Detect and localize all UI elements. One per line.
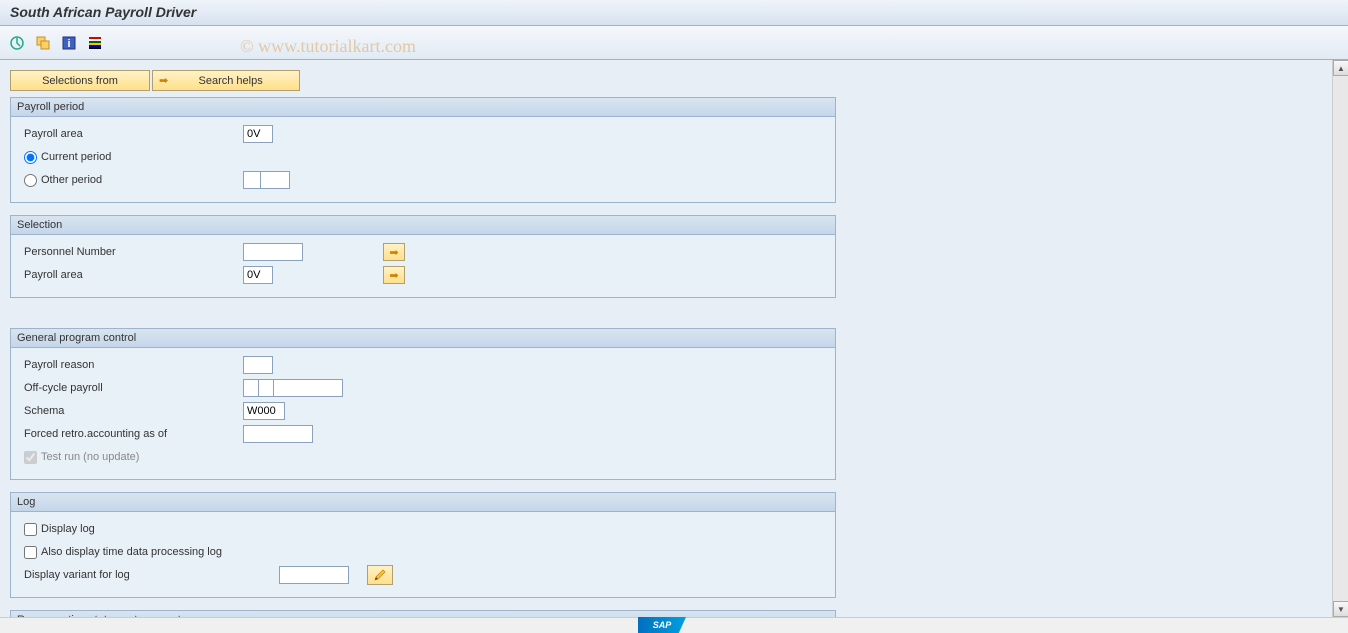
svg-text:i: i (67, 38, 70, 50)
display-log-label: Display log (41, 523, 95, 535)
forced-retro-input[interactable] (243, 425, 313, 443)
other-period-label: Other period (41, 174, 102, 186)
payroll-reason-label: Payroll reason (21, 359, 243, 371)
schema-input[interactable] (243, 402, 285, 420)
sap-logo: SAP (638, 617, 686, 633)
other-period-radio[interactable] (24, 174, 37, 187)
arrow-right-icon: ➡ (389, 269, 398, 282)
personnel-number-label: Personnel Number (21, 246, 243, 258)
time-data-label: Also display time data processing log (41, 546, 222, 558)
offcycle-label: Off-cycle payroll (21, 382, 243, 394)
execute-icon[interactable] (8, 34, 26, 52)
pencil-icon (373, 568, 387, 582)
schema-label: Schema (21, 405, 243, 417)
group-log: Log Display log Also display time data p… (10, 492, 836, 598)
personnel-number-input[interactable] (243, 243, 303, 261)
vertical-scrollbar[interactable]: ▲ ▼ (1332, 60, 1348, 617)
personnel-number-multi-button[interactable]: ➡ (383, 243, 405, 261)
selections-from-button[interactable]: Selections from (10, 70, 150, 91)
button-label: Selections from (42, 75, 118, 87)
edit-variant-button[interactable] (367, 565, 393, 585)
page-title: South African Payroll Driver (10, 4, 196, 20)
offcycle-input-3[interactable] (273, 379, 343, 397)
variant-icon[interactable] (34, 34, 52, 52)
app-toolbar: i (0, 26, 1348, 60)
display-variant-label: Display variant for log (21, 569, 279, 581)
payroll-area-label: Payroll area (21, 128, 243, 140)
arrow-right-icon: ➡ (389, 246, 398, 259)
current-period-label: Current period (41, 151, 111, 163)
other-period-input-1[interactable] (243, 171, 261, 189)
display-log-checkbox[interactable] (24, 523, 37, 536)
content-area: Selections from ➡ Search helps Payroll p… (0, 60, 1320, 633)
group-title: Payroll period (11, 98, 835, 117)
group-title: Log (11, 493, 835, 512)
payroll-reason-input[interactable] (243, 356, 273, 374)
forced-retro-label: Forced retro.accounting as of (21, 428, 243, 440)
button-label: Search helps (174, 75, 287, 87)
flag-icon[interactable] (86, 34, 104, 52)
test-run-label: Test run (no update) (41, 451, 139, 463)
arrow-right-icon: ➡ (159, 74, 168, 87)
button-bar: Selections from ➡ Search helps (10, 70, 1310, 91)
payroll-area-label-2: Payroll area (21, 269, 243, 281)
time-data-checkbox[interactable] (24, 546, 37, 559)
title-bar: South African Payroll Driver (0, 0, 1348, 26)
scroll-up-button[interactable]: ▲ (1333, 60, 1348, 76)
group-general-control: General program control Payroll reason O… (10, 328, 836, 480)
group-payroll-period: Payroll period Payroll area Current peri… (10, 97, 836, 203)
test-run-checkbox (24, 451, 37, 464)
search-helps-button[interactable]: ➡ Search helps (152, 70, 300, 91)
group-title: General program control (11, 329, 835, 348)
offcycle-input-2[interactable] (258, 379, 274, 397)
payroll-area-input[interactable] (243, 125, 273, 143)
group-title: Selection (11, 216, 835, 235)
info-icon[interactable]: i (60, 34, 78, 52)
group-selection: Selection Personnel Number ➡ Payroll are… (10, 215, 836, 298)
current-period-radio[interactable] (24, 151, 37, 164)
other-period-input-2[interactable] (260, 171, 290, 189)
offcycle-input-1[interactable] (243, 379, 259, 397)
payroll-area-multi-button[interactable]: ➡ (383, 266, 405, 284)
scroll-down-button[interactable]: ▼ (1333, 601, 1348, 617)
display-variant-input[interactable] (279, 566, 349, 584)
payroll-area-input-2[interactable] (243, 266, 273, 284)
